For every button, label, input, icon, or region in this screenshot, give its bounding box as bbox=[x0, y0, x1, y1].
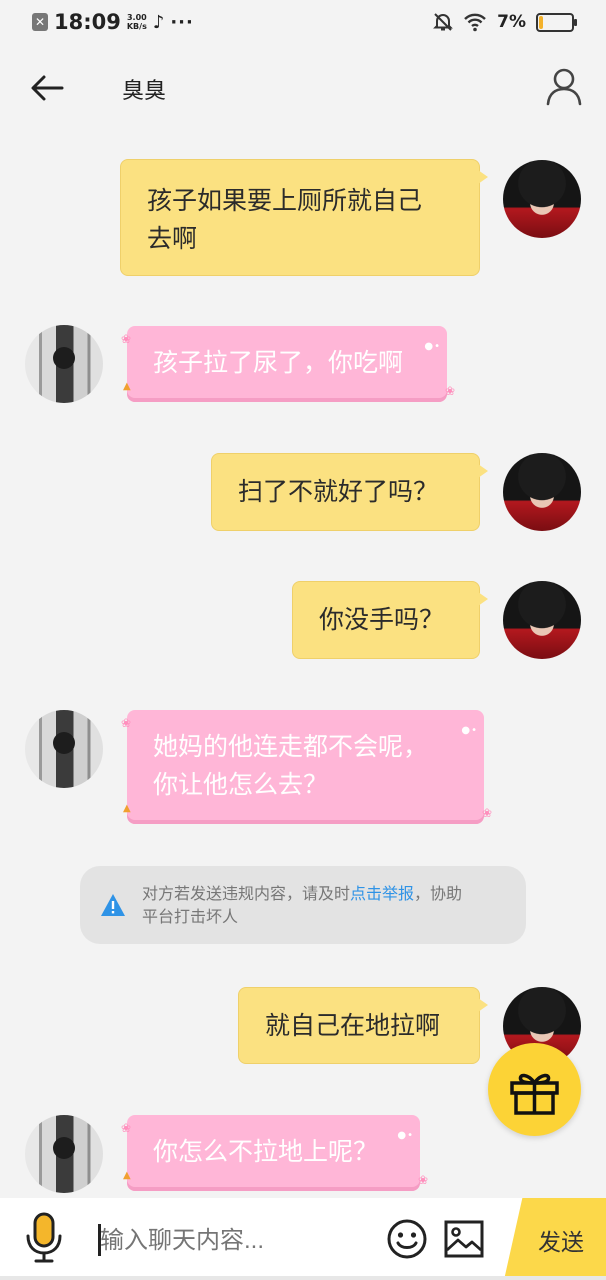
back-arrow-icon[interactable] bbox=[28, 68, 68, 108]
report-link[interactable]: 点击举报 bbox=[350, 884, 414, 903]
cake-decoration-icon: ▲ bbox=[123, 803, 131, 814]
cake-decoration-icon: ▲ bbox=[123, 381, 131, 392]
chat-title: 臭臭 bbox=[122, 79, 167, 104]
gift-button[interactable] bbox=[488, 1043, 581, 1136]
message-text: 你怎么不拉地上呢？ bbox=[153, 1137, 379, 1166]
message-text: 孩子拉了尿了，你吃啊 bbox=[153, 348, 404, 377]
message-text: 就自己在地拉啊 bbox=[265, 1011, 441, 1040]
their-message-bubble[interactable]: 你怎么不拉地上呢？ ❀ ●• ❀ ▲ bbox=[121, 1115, 428, 1191]
their-message-bubble[interactable]: 她妈的他连走都不会呢， 你让他怎么去？ ❀ ●• ❀ ▲ bbox=[121, 710, 492, 824]
cake-decoration-icon: ▲ bbox=[123, 1170, 131, 1181]
dots-decoration-icon: ●• bbox=[424, 341, 441, 352]
message-text: 孩子如果要上厕所就自己 bbox=[147, 186, 423, 215]
message-text: 去啊 bbox=[147, 224, 198, 253]
bow-decoration-icon: ❀ bbox=[417, 1173, 428, 1187]
mute-bell-icon bbox=[433, 13, 454, 31]
network-speed: 3.00 KB/s bbox=[126, 13, 147, 31]
contact-avatar[interactable] bbox=[25, 325, 103, 403]
contact-avatar[interactable] bbox=[25, 710, 103, 788]
notice-text: 平台打击坏人 bbox=[142, 907, 239, 926]
message-text: 你没手吗？ bbox=[319, 605, 445, 634]
wifi-icon bbox=[464, 13, 486, 32]
bottom-edge bbox=[0, 1276, 606, 1280]
image-icon[interactable] bbox=[444, 1220, 484, 1258]
their-message-bubble[interactable]: 孩子拉了尿了，你吃啊 ❀ ●• ❀ ▲ bbox=[121, 326, 455, 402]
battery-level bbox=[539, 15, 544, 29]
my-message-bubble[interactable]: 孩子如果要上厕所就自己 去啊 bbox=[120, 159, 488, 276]
emoji-icon[interactable] bbox=[386, 1218, 428, 1260]
notice-text: ，协助 bbox=[414, 884, 463, 903]
safety-notice: 对方若发送违规内容，请及时点击举报，协助 平台打击坏人 bbox=[80, 866, 526, 944]
contact-avatar[interactable] bbox=[25, 1115, 103, 1193]
status-time: 18:09 bbox=[54, 10, 121, 34]
send-label: 发送 bbox=[538, 1230, 584, 1256]
battery-percent: 7% bbox=[497, 12, 526, 32]
my-message-bubble[interactable]: 扫了不就好了吗？ bbox=[211, 453, 488, 531]
dots-decoration-icon: ●• bbox=[461, 725, 478, 736]
message-input[interactable] bbox=[98, 1218, 372, 1264]
dots-decoration-icon: ●• bbox=[397, 1130, 414, 1141]
microphone-icon[interactable] bbox=[24, 1212, 64, 1264]
my-avatar[interactable] bbox=[503, 453, 581, 531]
my-avatar[interactable] bbox=[503, 160, 581, 238]
notice-text: 对方若发送违规内容，请及时 bbox=[142, 884, 351, 903]
more-notifications-icon: ··· bbox=[170, 11, 194, 33]
message-text: 她妈的他连走都不会呢， bbox=[153, 732, 429, 761]
chat-header: 臭臭 bbox=[0, 48, 606, 128]
warning-icon bbox=[101, 894, 125, 916]
my-avatar[interactable] bbox=[503, 581, 581, 659]
my-message-bubble[interactable]: 你没手吗？ bbox=[292, 581, 488, 659]
bow-decoration-icon: ❀ bbox=[121, 1121, 132, 1135]
notification-x-icon: ✕ bbox=[32, 13, 48, 31]
bow-decoration-icon: ❀ bbox=[481, 806, 492, 820]
bow-decoration-icon: ❀ bbox=[444, 384, 455, 398]
tiktok-icon: ♪ bbox=[152, 11, 165, 33]
my-message-bubble[interactable]: 就自己在地拉啊 bbox=[238, 987, 488, 1064]
gift-icon bbox=[510, 1073, 559, 1115]
message-text: 扫了不就好了吗？ bbox=[238, 477, 439, 506]
status-bar: ✕ 18:09 3.00 KB/s ♪ ··· 7% bbox=[0, 0, 606, 48]
bow-decoration-icon: ❀ bbox=[121, 332, 132, 346]
profile-icon[interactable] bbox=[544, 66, 584, 106]
send-button[interactable]: 发送 bbox=[504, 1198, 606, 1280]
bow-decoration-icon: ❀ bbox=[121, 716, 132, 730]
message-text: 你让他怎么去？ bbox=[153, 770, 329, 799]
input-bar: 发送 bbox=[0, 1198, 606, 1280]
battery-icon bbox=[536, 12, 577, 32]
